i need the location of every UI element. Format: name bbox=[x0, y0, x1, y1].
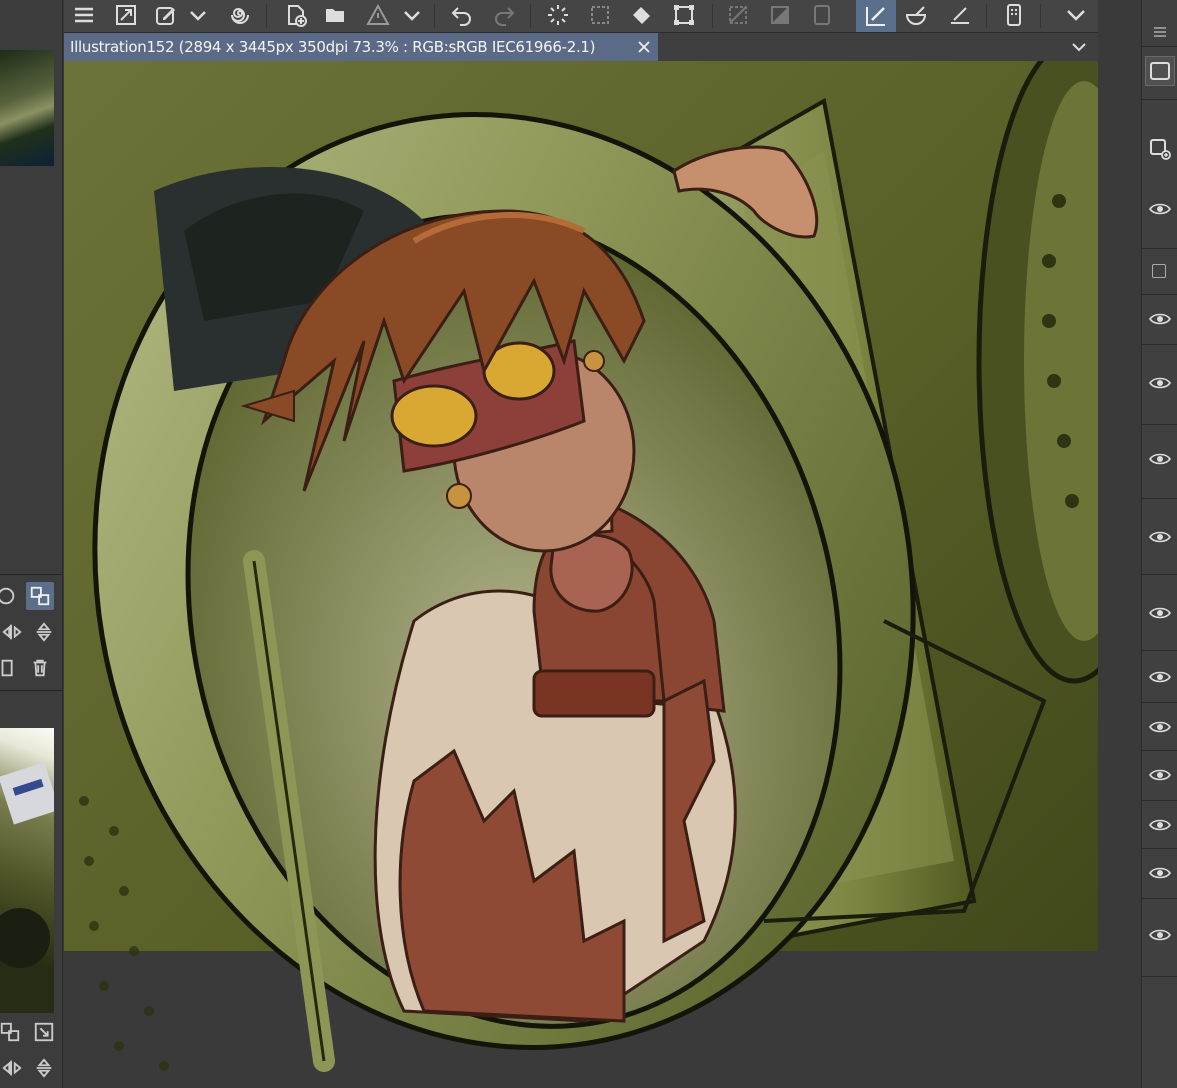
layer-row[interactable] bbox=[1142, 650, 1177, 703]
layer-row[interactable] bbox=[1142, 498, 1177, 575]
eye-icon[interactable] bbox=[1149, 818, 1171, 832]
phone-icon[interactable] bbox=[996, 0, 1032, 30]
eye-icon[interactable] bbox=[1149, 530, 1171, 544]
left-panel bbox=[0, 0, 63, 1088]
panel-divider bbox=[1142, 44, 1177, 47]
canvas[interactable] bbox=[64, 61, 1098, 1088]
eye-icon[interactable] bbox=[1149, 928, 1171, 942]
document-title: Illustration152 (2894 x 3445px 350dpi 73… bbox=[70, 38, 596, 56]
layer-row[interactable] bbox=[1142, 574, 1177, 651]
layer-row[interactable] bbox=[1142, 344, 1177, 425]
loading-icon[interactable] bbox=[540, 0, 576, 30]
edit-layer-icon[interactable] bbox=[148, 0, 184, 30]
panel-divider bbox=[1142, 98, 1177, 100]
eye-icon[interactable] bbox=[1149, 768, 1171, 782]
layer-row[interactable] bbox=[1142, 848, 1177, 899]
warning-icon[interactable] bbox=[360, 0, 396, 30]
flip-horizontal-icon[interactable] bbox=[0, 1054, 26, 1082]
layer-mask-icon[interactable] bbox=[1145, 56, 1175, 86]
frame-icon[interactable] bbox=[804, 0, 840, 30]
toolbar-separator bbox=[530, 4, 531, 28]
ruler-icon[interactable] bbox=[942, 0, 978, 30]
toolbar-separator bbox=[712, 4, 713, 28]
toolbar-separator bbox=[434, 4, 435, 28]
chevron-down-icon[interactable] bbox=[1070, 39, 1088, 55]
toolbar-separator bbox=[266, 4, 267, 28]
settings-icon[interactable] bbox=[0, 582, 20, 610]
menu-icon[interactable] bbox=[66, 0, 102, 30]
new-layer-icon[interactable] bbox=[0, 654, 22, 682]
menu-icon[interactable] bbox=[1146, 22, 1174, 42]
transfer-layer-icon[interactable] bbox=[26, 582, 54, 610]
layer-panel bbox=[1141, 0, 1177, 1088]
toolbar-separator bbox=[1040, 4, 1041, 28]
eye-icon[interactable] bbox=[1149, 866, 1171, 880]
deselect-icon[interactable] bbox=[720, 0, 756, 30]
trash-icon[interactable] bbox=[26, 654, 54, 682]
eye-icon[interactable] bbox=[1149, 376, 1171, 390]
expand-icon[interactable] bbox=[30, 1018, 58, 1046]
eye-icon[interactable] bbox=[1149, 670, 1171, 684]
undo-icon[interactable] bbox=[444, 0, 480, 30]
navigator-thumbnail[interactable] bbox=[0, 50, 54, 166]
new-file-icon[interactable] bbox=[278, 0, 314, 30]
layer-row[interactable] bbox=[1142, 702, 1177, 751]
layer-row[interactable] bbox=[1142, 182, 1177, 249]
spiral-icon[interactable] bbox=[222, 0, 258, 30]
eye-icon[interactable] bbox=[1149, 202, 1171, 216]
chevron-down-icon[interactable] bbox=[1058, 0, 1094, 30]
eye-icon[interactable] bbox=[1149, 452, 1171, 466]
flip-vertical-icon[interactable] bbox=[30, 618, 58, 646]
fill-icon[interactable] bbox=[624, 0, 660, 30]
reference-thumbnail[interactable] bbox=[0, 728, 54, 1013]
new-layer-icon[interactable] bbox=[1145, 134, 1175, 164]
bowl-icon[interactable] bbox=[898, 0, 934, 30]
eye-icon[interactable] bbox=[1149, 312, 1171, 326]
dropdown-icon[interactable] bbox=[400, 0, 424, 30]
open-folder-icon[interactable] bbox=[318, 0, 354, 30]
layer-row[interactable] bbox=[1142, 248, 1177, 295]
document-tab[interactable]: Illustration152 (2894 x 3445px 350dpi 73… bbox=[64, 33, 658, 61]
layer-row[interactable] bbox=[1142, 750, 1177, 801]
close-icon[interactable] bbox=[636, 39, 652, 55]
dropdown-icon[interactable] bbox=[186, 0, 210, 30]
illustration-artwork[interactable] bbox=[64, 61, 1098, 1088]
layer-checkbox[interactable] bbox=[1152, 264, 1166, 278]
ruler-pen-icon[interactable] bbox=[856, 0, 896, 32]
panel-divider bbox=[0, 574, 62, 575]
flip-vertical-icon[interactable] bbox=[30, 1054, 58, 1082]
layer-row[interactable] bbox=[1142, 424, 1177, 499]
toolbar-separator bbox=[986, 4, 987, 28]
document-tab-bar: Illustration152 (2894 x 3445px 350dpi 73… bbox=[64, 33, 1098, 61]
selection-icon[interactable] bbox=[582, 0, 618, 30]
panel-divider bbox=[0, 690, 62, 691]
resize-icon[interactable] bbox=[108, 0, 144, 30]
redo-icon[interactable] bbox=[486, 0, 522, 30]
layer-row[interactable] bbox=[1142, 898, 1177, 977]
layer-row[interactable] bbox=[1142, 294, 1177, 345]
layer-row[interactable] bbox=[1142, 800, 1177, 849]
transform-icon[interactable] bbox=[666, 0, 702, 30]
command-bar bbox=[64, 0, 1098, 33]
transfer-layer-icon[interactable] bbox=[0, 1018, 24, 1046]
flip-horizontal-icon[interactable] bbox=[0, 618, 26, 646]
gradient-icon[interactable] bbox=[762, 0, 798, 30]
eye-icon[interactable] bbox=[1149, 606, 1171, 620]
eye-icon[interactable] bbox=[1149, 720, 1171, 734]
